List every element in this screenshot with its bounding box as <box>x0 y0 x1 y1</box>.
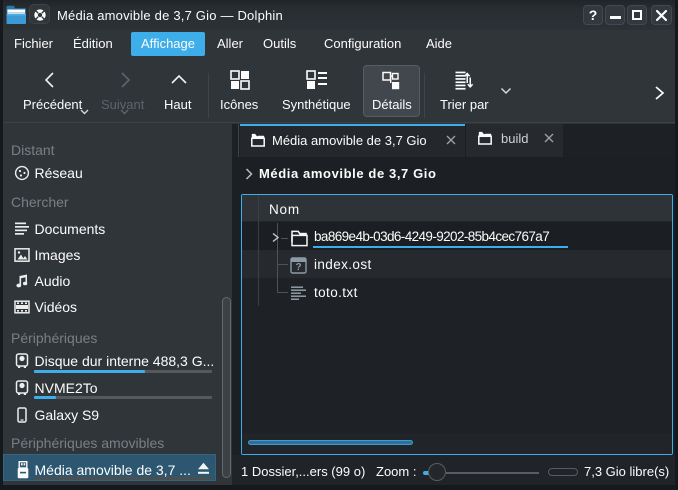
svg-text:?: ? <box>295 262 301 273</box>
